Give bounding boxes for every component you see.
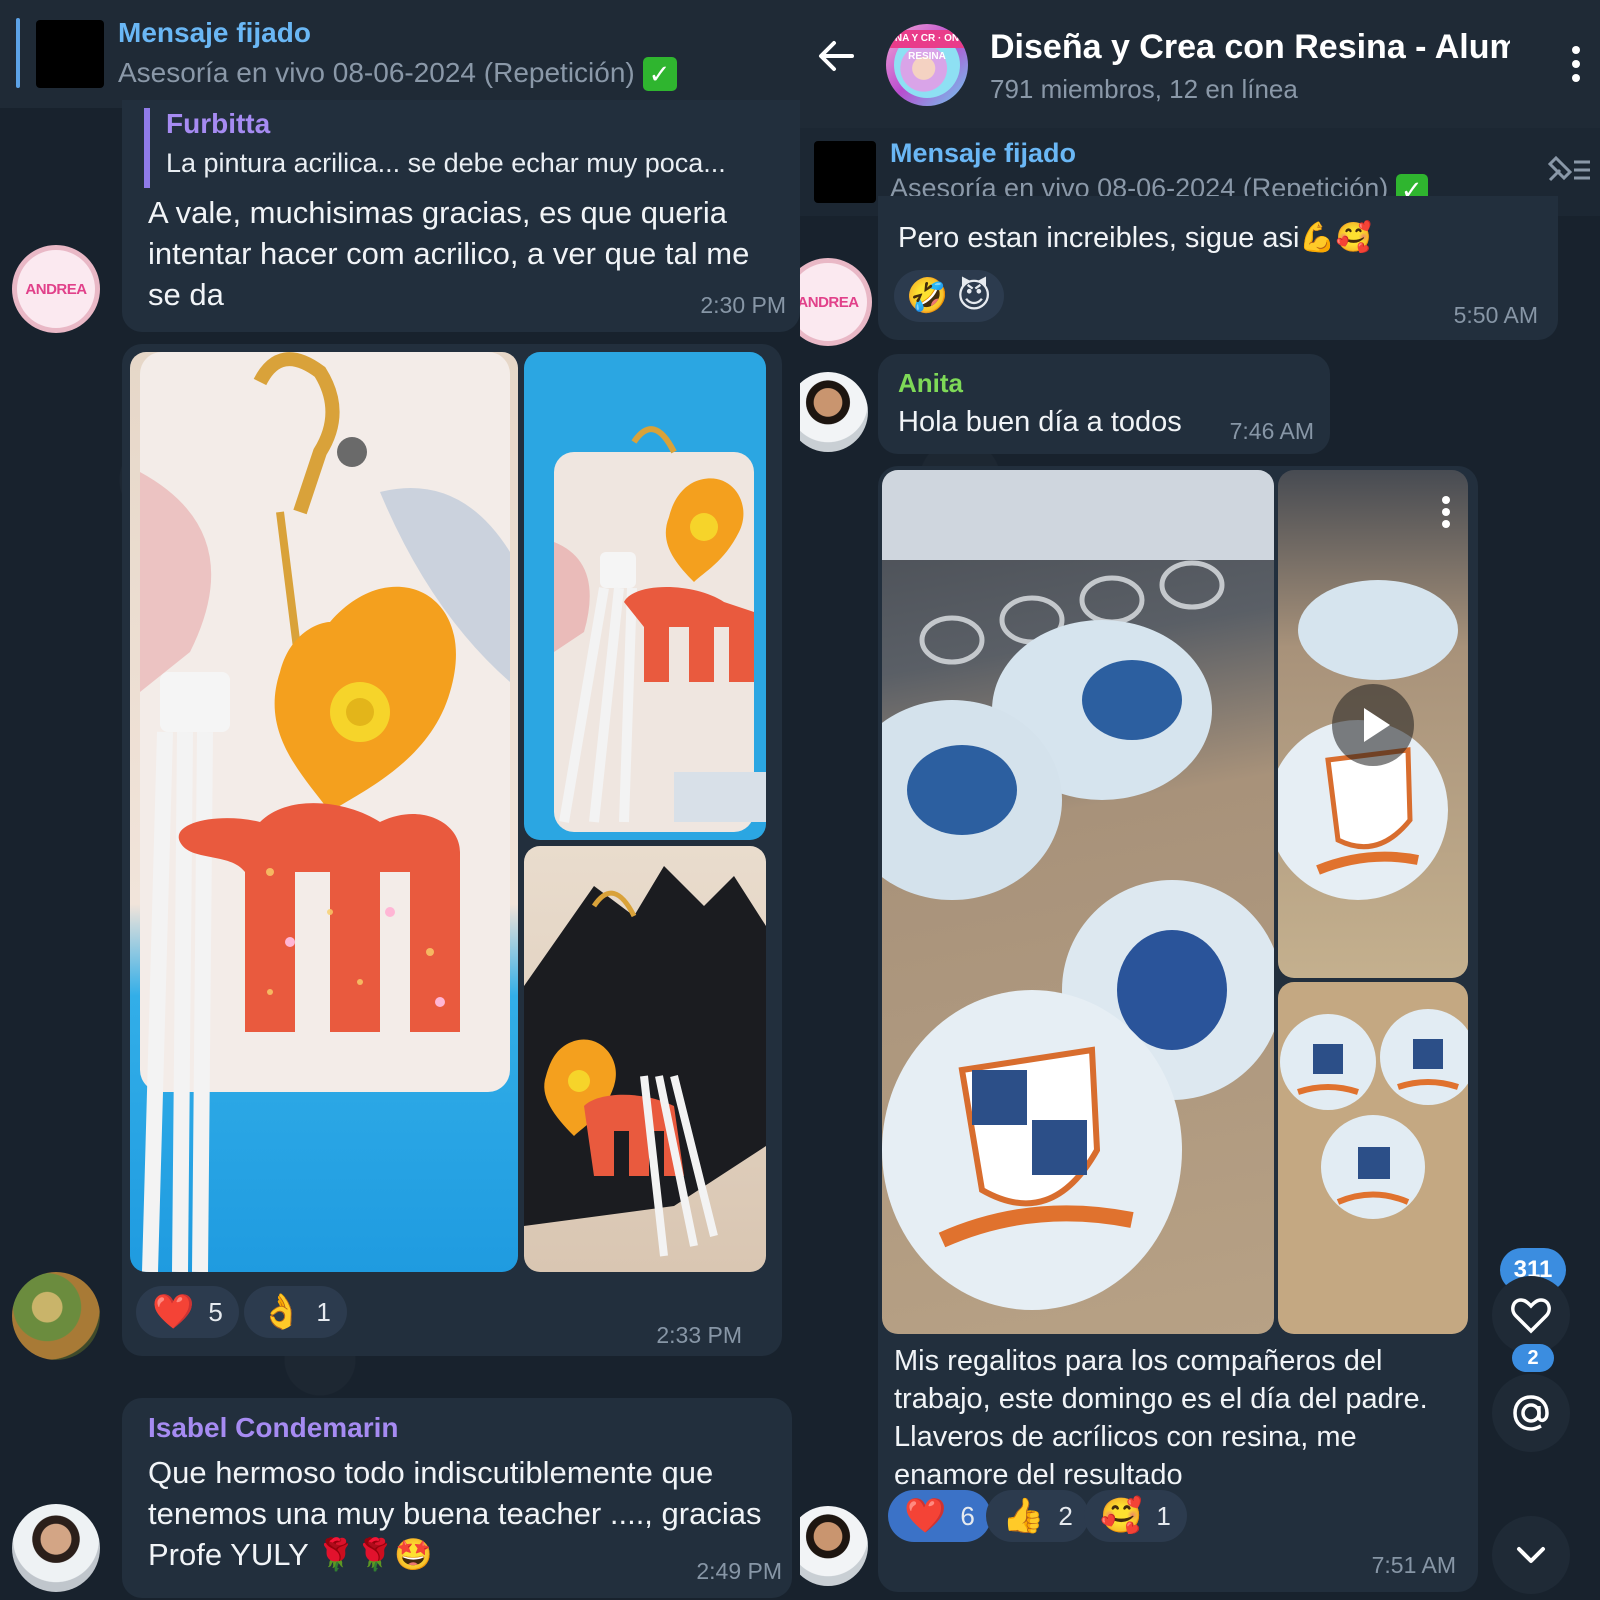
pin-list-icon[interactable] [1544,150,1592,190]
devil-icon: 😈 [956,277,992,315]
heart-outline-icon [1511,1298,1551,1334]
avatar-andrea[interactable]: ANDREA [800,258,872,346]
more-options-icon[interactable] [1566,44,1586,84]
mentions-jump-button[interactable] [1492,1374,1570,1452]
message-time: 2:30 PM [700,292,786,318]
reaction-smiling-hearts[interactable]: 🥰 1 [1084,1490,1187,1542]
pinned-thumbnail [814,141,876,203]
photo-keychains-three[interactable] [1278,982,1468,1334]
message-bubble-anita[interactable]: Anita Hola buen día a todos 7:46 AM [878,354,1330,454]
pinned-title: Mensaje fijado [118,16,311,48]
message-time: 2:33 PM [656,1322,742,1348]
message-text: Pero estan increibles, sigue asi💪🥰 [898,222,1372,254]
pinned-title: Mensaje fijado [890,138,1077,169]
reaction-count: 1 [316,1296,331,1327]
reaction-thumbs-up[interactable]: 👍 2 [986,1490,1089,1542]
photo-keychain-hand[interactable] [524,846,766,1272]
message-author: Anita [898,368,963,398]
reactions-group[interactable]: 🤣 😈 [894,270,1004,322]
photo-message-bubble[interactable]: ❤️ 5 👌 1 2:33 PM [122,344,782,1356]
heart-icon: ❤️ [152,1293,195,1331]
pinned-message-bar[interactable]: Mensaje fijado Asesoría en vivo 08-06-20… [0,0,800,108]
mentions-count-badge: 2 [1512,1344,1554,1372]
reply-author: Furbitta [166,108,271,139]
chevron-down-icon [1517,1547,1545,1563]
reaction-count: 5 [208,1296,223,1327]
ok-hand-icon: 👌 [260,1293,303,1331]
play-button[interactable] [1332,684,1414,766]
message-bubble-andrea[interactable]: Pero estan increibles, sigue asi💪🥰 🤣 😈 5… [878,196,1558,340]
group-avatar[interactable]: ÑA Y CR · ON RESINA [886,24,968,106]
avatar-label: ANDREA [800,293,859,311]
chat-subtitle: 791 miembros, 12 en línea [990,74,1298,104]
back-arrow-icon[interactable] [816,36,856,76]
message-text: Mis regalitos para los compañeros del tr… [894,1345,1428,1491]
at-sign-icon [1513,1395,1549,1431]
message-bubble-reply[interactable]: Furbitta La pintura acrilica... se debe … [122,100,800,332]
pinned-thumbnail [36,20,104,88]
photo-keychains-table[interactable] [882,470,1274,1334]
reaction-count: 6 [960,1500,975,1531]
avatar-andrea[interactable]: ANDREA [12,245,100,333]
message-time: 7:51 AM [1371,1552,1456,1578]
thumbs-up-icon: 👍 [1002,1497,1045,1535]
chat-header: ÑA Y CR · ON RESINA Diseña y Crea con Re… [800,0,1600,128]
rofl-icon: 🤣 [906,277,949,315]
photo-keychain-large[interactable] [130,352,518,1272]
photo-keychain-card[interactable] [524,352,766,840]
avatar-anita[interactable] [800,372,868,452]
group-avatar-band: ÑA Y CR · ON RESINA [886,30,968,62]
reaction-heart[interactable]: ❤️ 6 [888,1490,991,1542]
pinned-indicator [16,18,20,88]
message-time: 5:50 AM [1453,302,1538,328]
scroll-down-button[interactable] [1492,1516,1570,1594]
reply-text: La pintura acrilica... se debe echar muy… [166,148,726,178]
reactions-jump-button[interactable] [1492,1276,1570,1354]
media-message-bubble[interactable]: Mis regalitos para los compañeros del tr… [878,466,1478,1592]
message-bubble-isabel[interactable]: Isabel Condemarin Que hermoso todo indis… [122,1398,792,1598]
message-author: Isabel Condemarin [148,1412,399,1443]
heart-icon: ❤️ [904,1497,947,1535]
avatar-anita[interactable] [800,1506,868,1586]
reaction-count: 2 [1058,1500,1073,1531]
avatar-isabel[interactable] [12,1504,100,1592]
message-text: A vale, muchisimas gracias, es que queri… [148,195,750,312]
avatar-food[interactable] [12,1272,100,1360]
play-icon [1364,708,1390,742]
left-chat-pane: Mensaje fijado Asesoría en vivo 08-06-20… [0,0,800,1600]
right-chat-pane: ÑA Y CR · ON RESINA Diseña y Crea con Re… [800,0,1600,1600]
message-time: 7:46 AM [1229,418,1314,444]
avatar-label: ANDREA [25,280,87,298]
check-icon: ✓ [642,57,677,92]
message-text: Que hermoso todo indiscutiblemente que t… [148,1455,762,1572]
reaction-heart[interactable]: ❤️ 5 [136,1286,239,1338]
message-text: Hola buen día a todos [898,406,1182,438]
chat-title[interactable]: Diseña y Crea con Resina - Alumn [990,28,1510,67]
reply-quote[interactable]: Furbitta La pintura acrilica... se debe … [144,108,784,188]
photo-keychain-video[interactable] [1278,470,1468,978]
smiling-hearts-icon: 🥰 [1100,1497,1143,1535]
message-time: 2:49 PM [696,1558,782,1584]
reaction-ok-hand[interactable]: 👌 1 [244,1286,347,1338]
reaction-count: 1 [1156,1500,1171,1531]
pinned-subtitle: Asesoría en vivo 08-06-2024 (Repetición)… [118,57,677,92]
